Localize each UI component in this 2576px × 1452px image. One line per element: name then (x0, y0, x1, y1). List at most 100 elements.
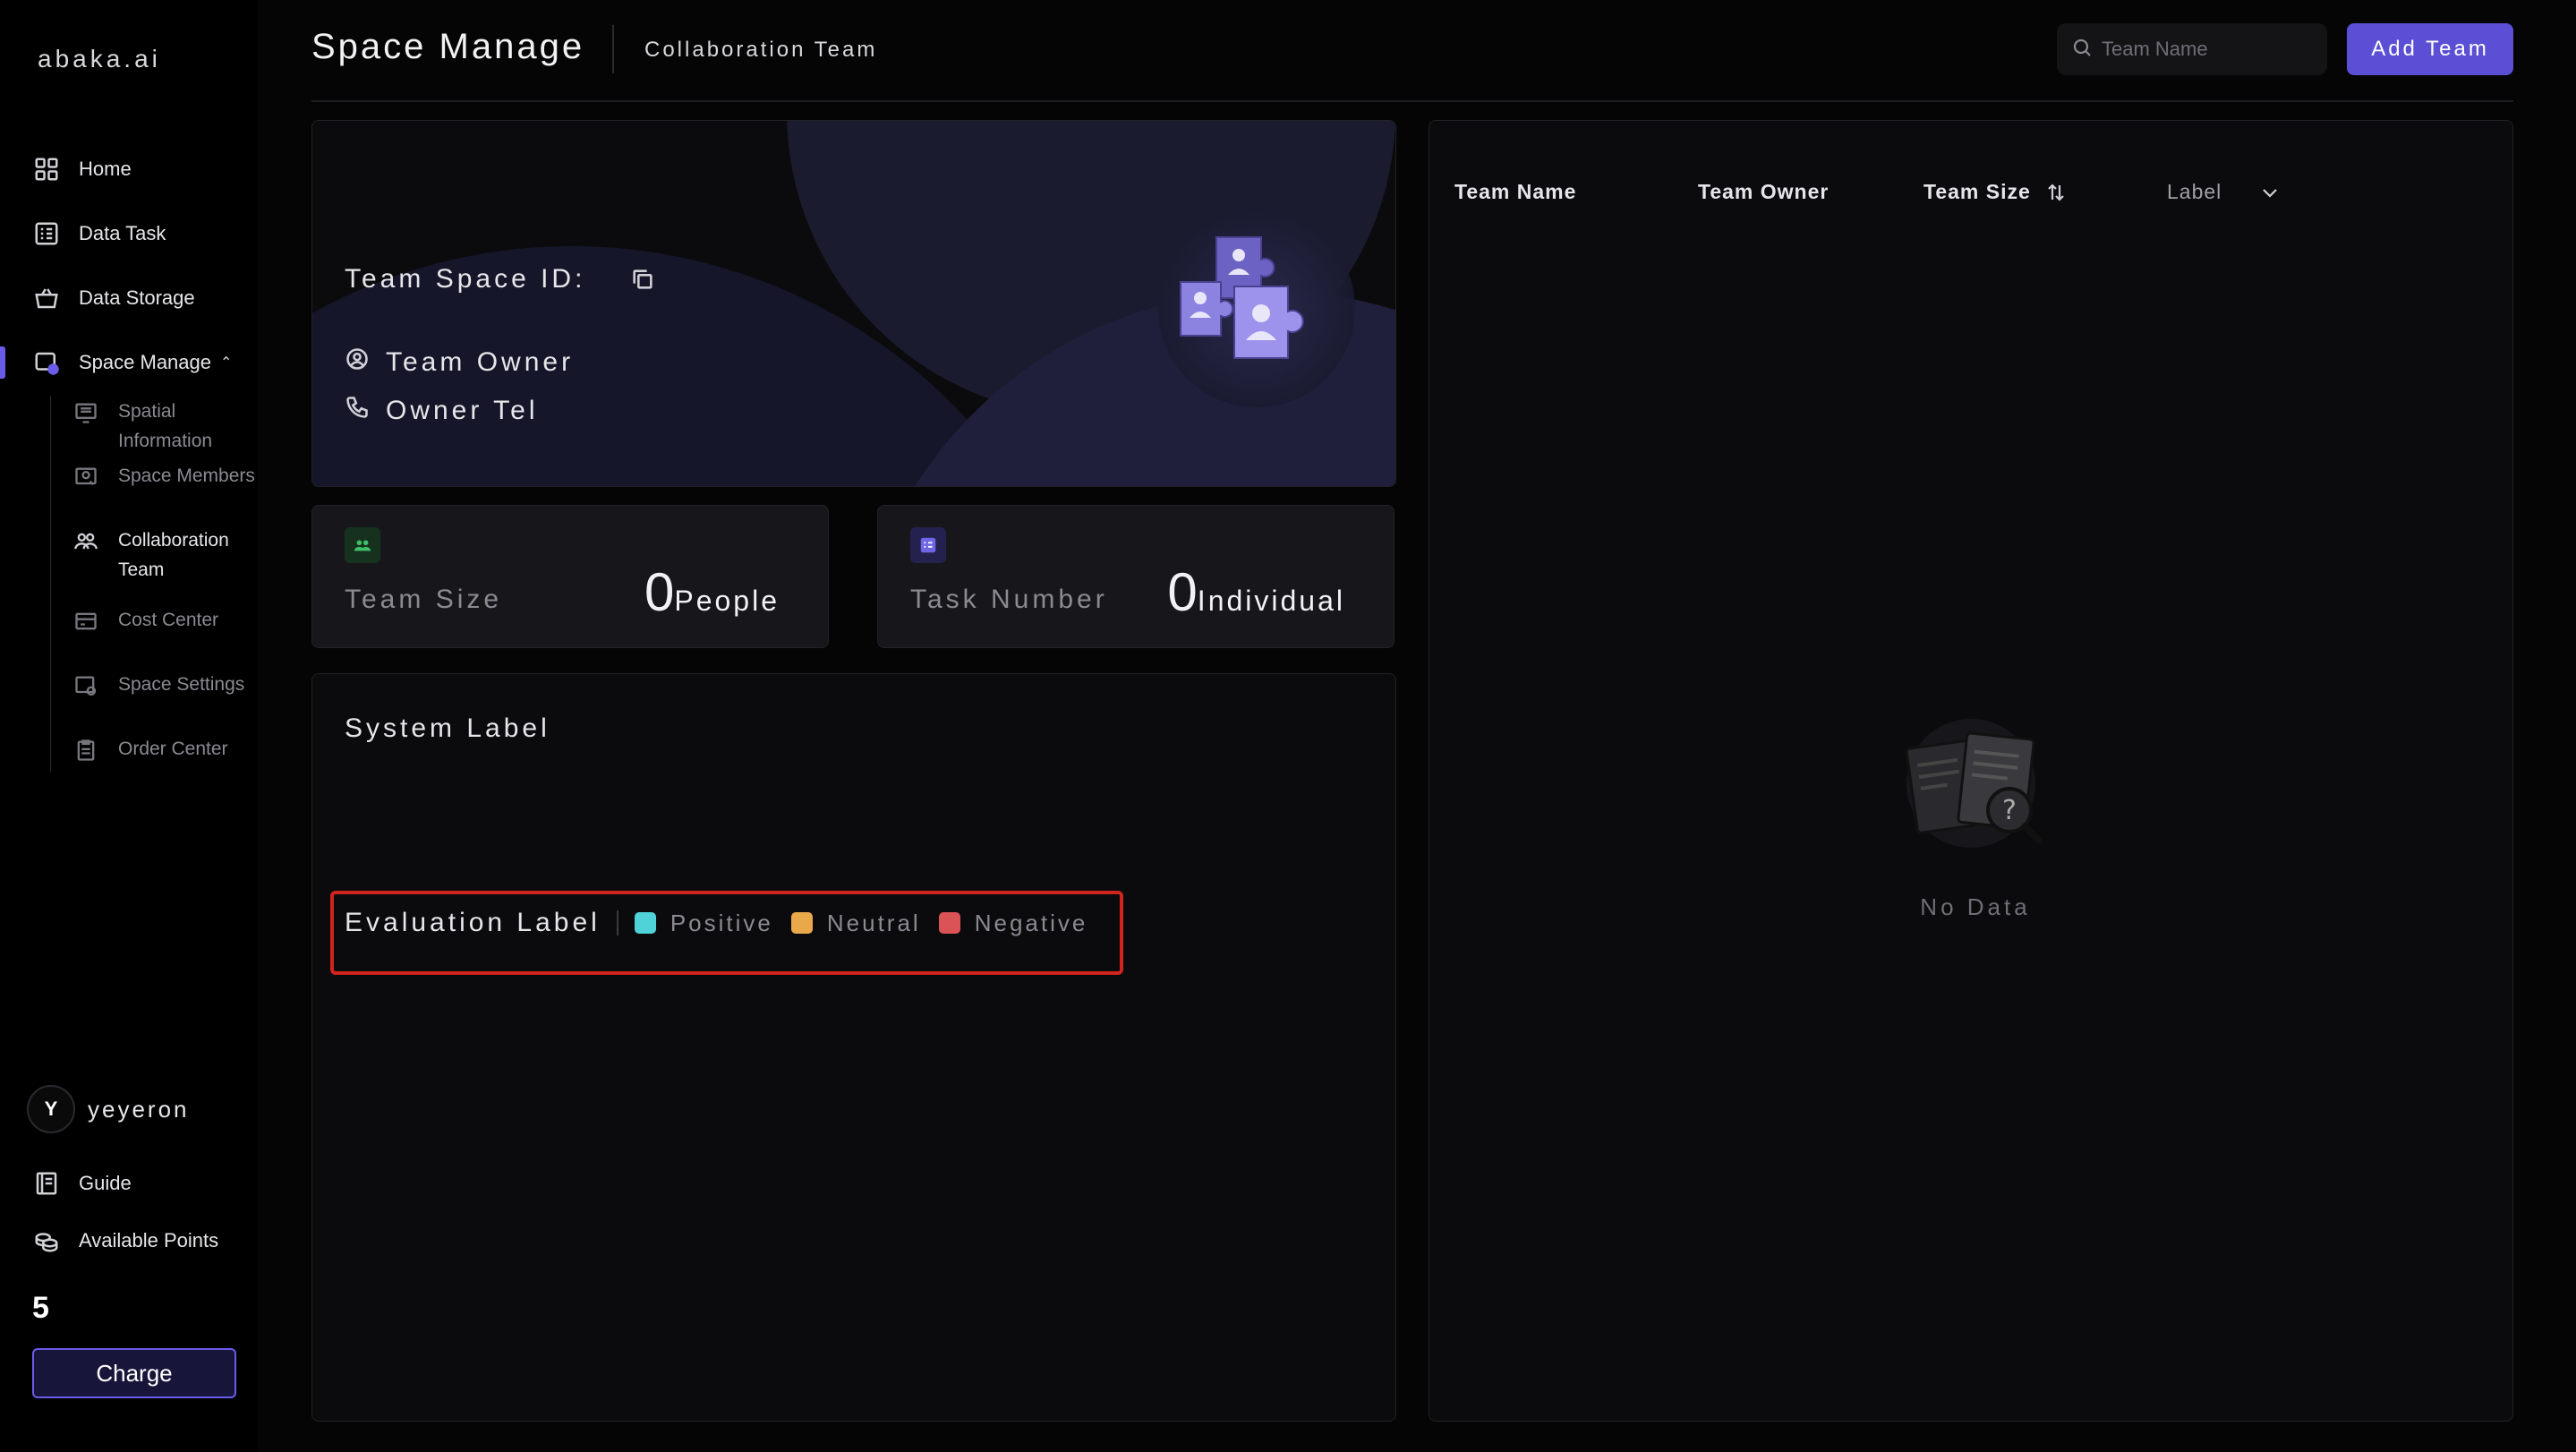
label-tag-text: Positive (670, 909, 773, 936)
sidebar-item-label: Collaboration Team (118, 530, 229, 580)
label-tag-text: Negative (974, 909, 1088, 936)
header-divider (612, 25, 614, 73)
subnav-divider (50, 396, 51, 772)
column-header-label: Label (2167, 180, 2222, 203)
phone-icon (345, 395, 386, 427)
settings-icon (72, 671, 100, 700)
evaluation-label-title: Evaluation Label (345, 908, 601, 937)
column-header-team-size[interactable]: Team Size (1923, 180, 2067, 204)
team-badge-icon (345, 527, 380, 563)
owner-tel-row: Owner Tel (345, 395, 539, 427)
sidebar-item-label: Spatial Information (118, 401, 213, 451)
task-number-unit: Individual (1197, 585, 1345, 617)
sidebar-item-guide[interactable]: Guide (0, 1158, 258, 1209)
team-space-id: Team Space ID: (345, 264, 655, 295)
sidebar-item-label: Space Settings (118, 674, 245, 695)
sidebar-item-space-members[interactable]: Space Members (72, 461, 258, 491)
search-input[interactable] (2102, 38, 2316, 61)
clipboard-icon (72, 736, 100, 764)
page-subtitle: Collaboration Team (644, 38, 878, 62)
team-space-id-label: Team Space ID: (345, 264, 586, 294)
team-owner-row: Team Owner (345, 346, 574, 379)
label-tag-neutral[interactable]: Neutral (790, 909, 921, 937)
neutral-swatch (790, 912, 813, 934)
column-header-label: Team Size (1923, 180, 2031, 203)
task-list-icon (32, 219, 61, 248)
negative-swatch (938, 912, 960, 934)
search-box[interactable] (2057, 23, 2327, 75)
owner-tel-label: Owner Tel (386, 396, 539, 425)
team-table: Team Name Team Owner Team Size Label ? N… (1429, 120, 2513, 1422)
sidebar-item-label: Guide (79, 1172, 132, 1194)
column-header-team-name[interactable]: Team Name (1454, 180, 1576, 204)
sidebar-item-label: Available Points (79, 1229, 219, 1251)
sidebar-item-available-points[interactable]: Available Points (0, 1216, 258, 1266)
card-icon (72, 607, 100, 636)
system-label-title: System Label (345, 713, 550, 743)
task-number-value-group: 0 Individual (1167, 561, 1345, 623)
column-header-team-owner[interactable]: Team Owner (1698, 180, 1829, 204)
user-circle-icon (345, 346, 386, 379)
sidebar-item-data-task[interactable]: Data Task (0, 209, 258, 259)
sidebar-item-order-center[interactable]: Order Center (72, 734, 258, 764)
sidebar-item-data-storage[interactable]: Data Storage (0, 273, 258, 323)
space-manage-icon (32, 348, 61, 377)
brand-logo: abaka.ai (38, 45, 161, 73)
label-tag-negative[interactable]: Negative (938, 909, 1088, 937)
header-divider-line (311, 100, 2513, 102)
empty-state: ? No Data (1868, 713, 2083, 921)
user-name: yeyeron (88, 1095, 190, 1123)
system-label-card: System Label Evaluation Label Positive N… (311, 673, 1396, 1422)
label-tag-text: Neutral (826, 909, 921, 936)
sidebar: abaka.ai Home Data Task Data Storage Spa… (0, 0, 258, 1452)
copy-icon[interactable] (630, 267, 655, 292)
chevron-up-icon: ⌃ (220, 355, 233, 371)
sidebar-item-spatial-information[interactable]: Spatial Information (72, 397, 258, 456)
avatar: Y (27, 1085, 75, 1133)
task-number-value: 0 (1167, 562, 1198, 622)
svg-text:?: ? (2002, 795, 2017, 826)
team-illustration (1158, 210, 1355, 407)
empty-state-text: No Data (1920, 893, 2031, 920)
team-size-unit: People (674, 585, 780, 617)
sidebar-item-label: Data Storage (79, 286, 195, 309)
sidebar-item-label: Home (79, 158, 132, 180)
team-size-value-group: 0 People (644, 561, 780, 623)
grid-icon (32, 155, 61, 184)
team-space-card: Team Space ID: Team Owner Owner Tel (311, 120, 1396, 487)
sort-icon[interactable] (2045, 182, 2067, 203)
evaluation-divider (616, 910, 618, 935)
team-size-card: Team Size 0 People (311, 505, 829, 648)
sidebar-item-cost-center[interactable]: Cost Center (72, 605, 258, 636)
chevron-down-icon[interactable] (2259, 182, 2281, 203)
page-title: Space Manage (311, 27, 585, 66)
sidebar-item-label: Cost Center (118, 610, 219, 630)
column-header-label-filter[interactable]: Label (2167, 180, 2281, 204)
label-tag-positive[interactable]: Positive (634, 909, 773, 937)
coins-icon (32, 1226, 61, 1255)
evaluation-label-row: Evaluation Label Positive Neutral Negati… (345, 903, 1105, 943)
member-search-icon (72, 463, 100, 491)
book-icon (32, 1169, 61, 1198)
task-number-label: Task Number (910, 585, 1108, 614)
no-data-illustration: ? (1905, 719, 2043, 848)
sidebar-item-home[interactable]: Home (0, 144, 258, 194)
sidebar-item-label: Space Manage (79, 351, 211, 373)
add-team-button[interactable]: Add Team (2347, 23, 2513, 75)
sidebar-item-label: Data Task (79, 222, 166, 244)
charge-button[interactable]: Charge (32, 1348, 236, 1398)
sidebar-item-label: Order Center (118, 739, 228, 759)
task-badge-icon (910, 527, 946, 563)
team-size-label: Team Size (345, 585, 503, 614)
sidebar-item-space-settings[interactable]: Space Settings (72, 670, 258, 700)
sidebar-item-collaboration-team[interactable]: Collaboration Team (72, 525, 258, 585)
basket-icon (32, 284, 61, 312)
points-value: 5 (32, 1291, 49, 1325)
sidebar-item-space-manage[interactable]: Space Manage ⌃ (0, 337, 258, 388)
monitor-icon (72, 398, 100, 427)
user-profile[interactable]: Y yeyeron (27, 1085, 190, 1133)
sidebar-item-label: Space Members (118, 465, 255, 486)
positive-swatch (634, 912, 656, 934)
task-number-card: Task Number 0 Individual (877, 505, 1395, 648)
team-owner-label: Team Owner (386, 347, 575, 377)
